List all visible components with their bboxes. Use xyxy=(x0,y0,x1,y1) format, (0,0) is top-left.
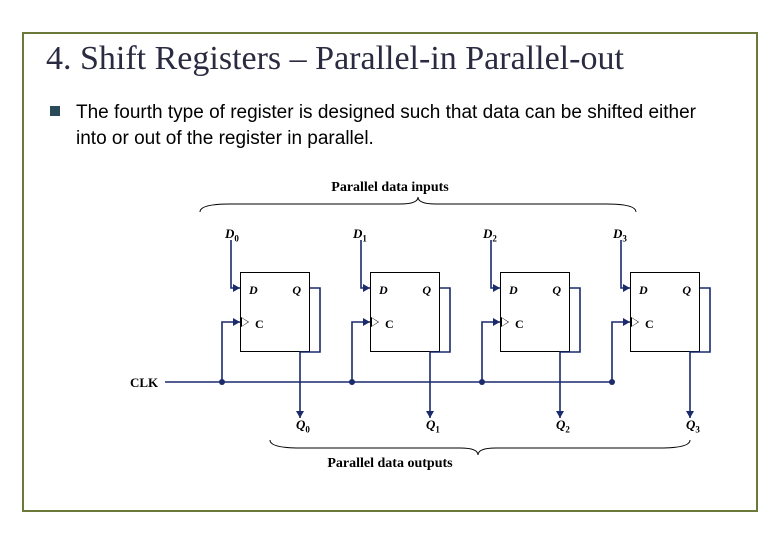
outputs-label: Parallel data outputs xyxy=(0,456,780,472)
pin-c: C xyxy=(255,317,264,332)
flipflop-0: D Q C xyxy=(240,272,310,352)
flipflop-3: D Q C xyxy=(630,272,700,352)
flipflop-2: D Q C xyxy=(500,272,570,352)
pin-d: D xyxy=(249,283,258,298)
pin-c: C xyxy=(645,317,654,332)
pin-c: C xyxy=(515,317,524,332)
input-d3: D3 xyxy=(613,226,627,244)
output-q0: Q0 xyxy=(296,417,310,435)
input-d0: D0 xyxy=(225,226,239,244)
pin-d: D xyxy=(379,283,388,298)
input-d2: D2 xyxy=(483,226,497,244)
inputs-label: Parallel data inputs xyxy=(0,180,780,196)
output-q2: Q2 xyxy=(556,417,570,435)
output-q3: Q3 xyxy=(686,417,700,435)
output-q1: Q1 xyxy=(426,417,440,435)
input-d1: D1 xyxy=(353,226,367,244)
pin-q: Q xyxy=(682,283,691,298)
pin-d: D xyxy=(509,283,518,298)
bullet-icon xyxy=(50,106,60,116)
pin-c: C xyxy=(385,317,394,332)
pin-q: Q xyxy=(292,283,301,298)
body-text: The fourth type of register is designed … xyxy=(76,100,726,151)
pin-q: Q xyxy=(552,283,561,298)
flipflop-1: D Q C xyxy=(370,272,440,352)
slide-title: 4. Shift Registers – Parallel-in Paralle… xyxy=(46,40,624,78)
clk-label: CLK xyxy=(130,375,158,391)
pin-d: D xyxy=(639,283,648,298)
pin-q: Q xyxy=(422,283,431,298)
